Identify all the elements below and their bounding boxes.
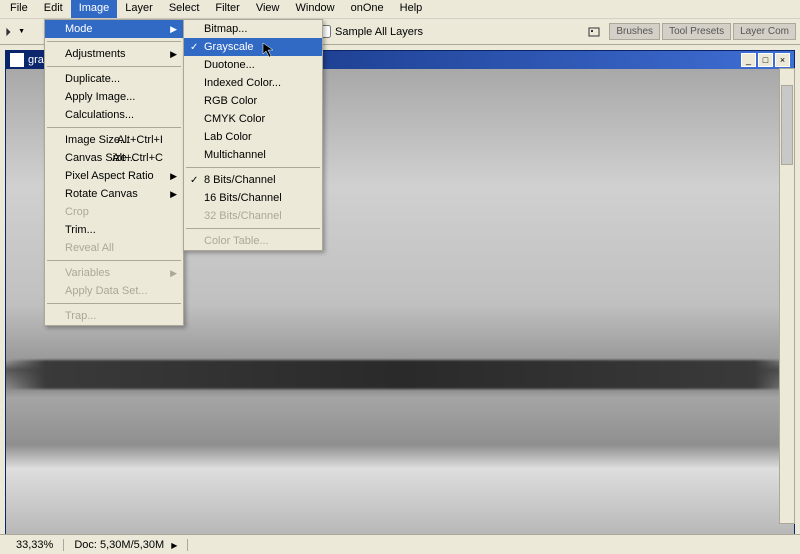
menubar: File Edit Image Layer Select Filter View…: [0, 0, 800, 19]
menu-item-adjustments[interactable]: Adjustments▶: [45, 45, 183, 63]
menu-item-variables: Variables▶: [45, 264, 183, 282]
menu-item-reveal-all: Reveal All: [45, 239, 183, 257]
tab-tool-presets[interactable]: Tool Presets: [662, 23, 731, 40]
check-icon: ✓: [190, 175, 198, 186]
menu-select[interactable]: Select: [161, 0, 208, 18]
submenu-arrow-icon: ▶: [170, 268, 177, 279]
menu-filter[interactable]: Filter: [207, 0, 247, 18]
mode-cmyk[interactable]: CMYK Color: [184, 110, 322, 128]
menu-onone[interactable]: onOne: [343, 0, 392, 18]
chevron-down-icon: ▼: [18, 28, 25, 35]
submenu-arrow-icon: ▶: [170, 171, 177, 182]
scrollbar-thumb[interactable]: [781, 85, 793, 165]
maximize-button[interactable]: □: [758, 53, 773, 67]
doc-size[interactable]: Doc: 5,30M/5,30M ▶: [64, 539, 188, 551]
menu-item-calculations[interactable]: Calculations...: [45, 106, 183, 124]
mode-lab[interactable]: Lab Color: [184, 128, 322, 146]
menu-item-trap: Trap...: [45, 307, 183, 325]
tab-brushes[interactable]: Brushes: [609, 23, 660, 40]
menu-layer[interactable]: Layer: [117, 0, 161, 18]
menu-window[interactable]: Window: [288, 0, 343, 18]
mode-rgb[interactable]: RGB Color: [184, 92, 322, 110]
submenu-arrow-icon: ▶: [170, 24, 177, 35]
mode-submenu: Bitmap... ✓Grayscale Duotone... Indexed …: [183, 19, 323, 251]
menu-item-pixel-aspect[interactable]: Pixel Aspect Ratio▶: [45, 167, 183, 185]
menu-item-rotate-canvas[interactable]: Rotate Canvas▶: [45, 185, 183, 203]
menu-help[interactable]: Help: [392, 0, 431, 18]
document-icon: [10, 53, 24, 67]
mode-indexed[interactable]: Indexed Color...: [184, 74, 322, 92]
mode-32bits: 32 Bits/Channel: [184, 207, 322, 225]
submenu-arrow-icon: ▶: [170, 189, 177, 200]
palette-well-icon[interactable]: [583, 21, 605, 43]
menu-view[interactable]: View: [248, 0, 288, 18]
menu-item-image-size[interactable]: Image Size...Alt+Ctrl+I: [45, 131, 183, 149]
zoom-level[interactable]: 33,33%: [6, 539, 64, 551]
menu-item-mode[interactable]: Mode▶: [45, 20, 183, 38]
mode-duotone[interactable]: Duotone...: [184, 56, 322, 74]
menu-item-apply-data-set: Apply Data Set...: [45, 282, 183, 300]
menu-item-apply-image[interactable]: Apply Image...: [45, 88, 183, 106]
menu-edit[interactable]: Edit: [36, 0, 71, 18]
menu-image[interactable]: Image: [71, 0, 118, 18]
image-menu-dropdown: Mode▶ Adjustments▶ Duplicate... Apply Im…: [44, 19, 184, 326]
mode-8bits[interactable]: ✓8 Bits/Channel: [184, 171, 322, 189]
close-button[interactable]: ×: [775, 53, 790, 67]
menu-item-canvas-size[interactable]: Canvas Size...Alt+Ctrl+C: [45, 149, 183, 167]
mode-color-table: Color Table...: [184, 232, 322, 250]
tab-layer-comps[interactable]: Layer Com: [733, 23, 796, 40]
mode-multichannel[interactable]: Multichannel: [184, 146, 322, 164]
sample-all-layers-option[interactable]: Sample All Layers: [318, 25, 423, 38]
menu-item-trim[interactable]: Trim...: [45, 221, 183, 239]
tool-icon[interactable]: ▼: [4, 21, 26, 43]
status-bar: 33,33% Doc: 5,30M/5,30M ▶: [0, 534, 800, 554]
vertical-scrollbar[interactable]: [779, 68, 795, 524]
chevron-right-icon: ▶: [171, 541, 177, 550]
menu-item-duplicate[interactable]: Duplicate...: [45, 70, 183, 88]
sample-all-label: Sample All Layers: [335, 26, 423, 38]
mode-grayscale[interactable]: ✓Grayscale: [184, 38, 322, 56]
submenu-arrow-icon: ▶: [170, 49, 177, 60]
menu-file[interactable]: File: [2, 0, 36, 18]
mode-16bits[interactable]: 16 Bits/Channel: [184, 189, 322, 207]
minimize-button[interactable]: _: [741, 53, 756, 67]
menu-item-crop: Crop: [45, 203, 183, 221]
mode-bitmap[interactable]: Bitmap...: [184, 20, 322, 38]
check-icon: ✓: [190, 42, 198, 53]
